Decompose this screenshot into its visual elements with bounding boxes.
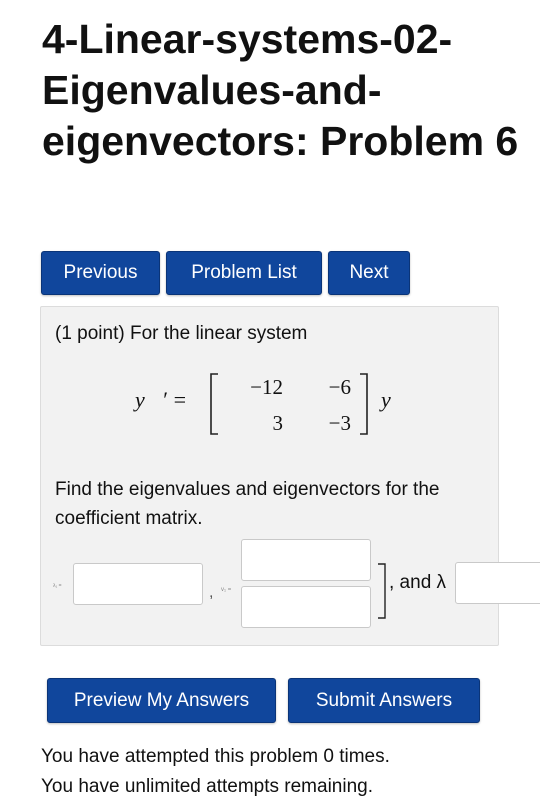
previous-button[interactable]: Previous	[41, 251, 160, 295]
eigenvalue2-input[interactable]	[455, 562, 540, 604]
page-title: 4-Linear-systems-02-Eigenvalues-and-eige…	[42, 16, 519, 164]
left-bracket-icon	[210, 373, 218, 435]
matrix-cell: −12	[250, 375, 283, 399]
next-button[interactable]: Next	[328, 251, 410, 295]
problem-question: Find the eigenvalues and eigenvectors fo…	[55, 479, 440, 529]
comma-separator: ,	[209, 584, 214, 601]
attempts-text: You have attempted this problem 0 times.	[41, 746, 390, 767]
right-bracket-icon	[378, 563, 386, 619]
matrix-cell: −6	[328, 375, 351, 399]
equation-rhs: y⃗	[381, 387, 408, 412]
problem-panel: (1 point) For the linear system y⃗′ = −1…	[40, 306, 540, 646]
problem-list-button[interactable]: Problem List	[166, 251, 322, 295]
lambda1-label: λ₁ =	[53, 583, 62, 589]
eigenvector1-input-bottom[interactable]	[241, 586, 371, 628]
problem-intro: (1 point) For the linear system	[55, 323, 308, 344]
matrix-cell: 3	[272, 411, 284, 435]
right-bracket-icon	[360, 373, 368, 435]
matrix-cell: −3	[328, 411, 351, 435]
and-lambda-text: , and λ	[389, 572, 447, 593]
eigenvector1-label: v₁ =	[221, 587, 232, 593]
remaining-text: You have unlimited attempts remaining.	[41, 776, 373, 797]
eigenvector1-input-top[interactable]	[241, 539, 371, 581]
submit-answers-button[interactable]: Submit Answers	[288, 678, 480, 723]
eigenvalue1-input[interactable]	[73, 563, 203, 605]
equation-lhs: y⃗′ =	[135, 387, 188, 412]
preview-answers-button[interactable]: Preview My Answers	[47, 678, 276, 723]
